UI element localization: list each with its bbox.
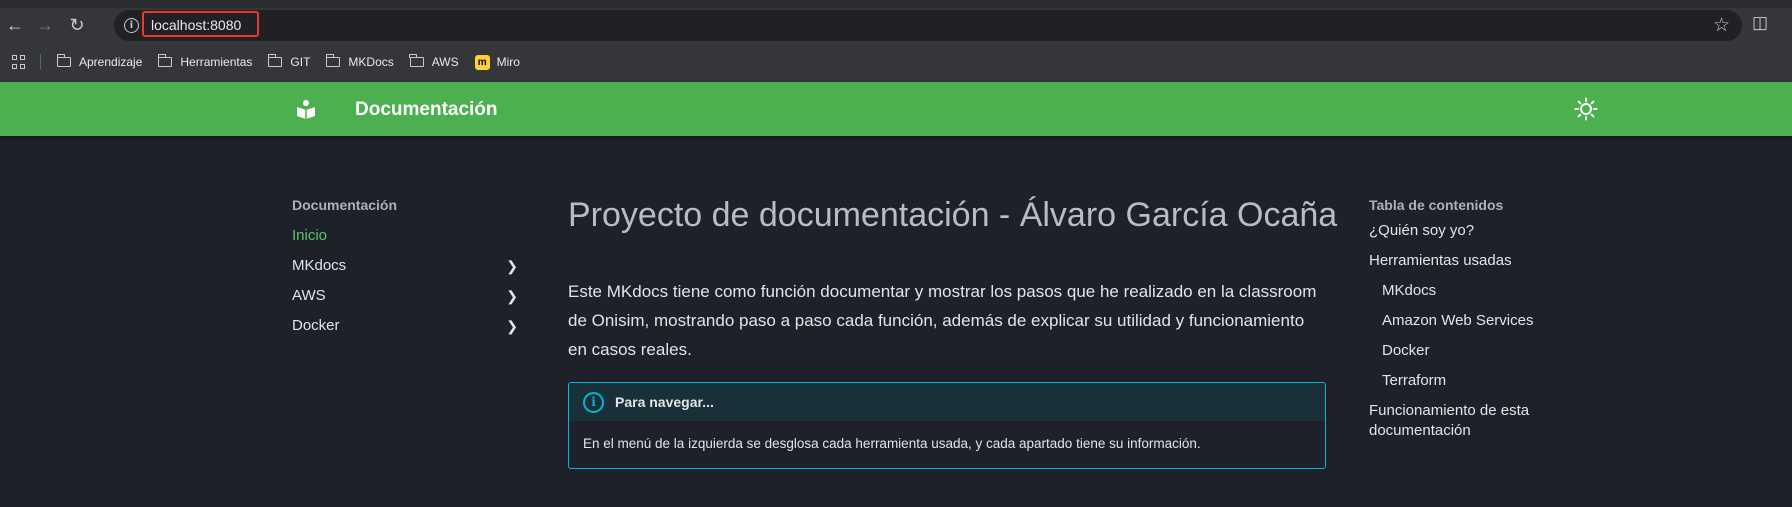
toc-item-funcionamiento[interactable]: Funcionamiento de esta documentación xyxy=(1369,401,1569,441)
nav-item-label: Inicio xyxy=(292,227,328,244)
miro-icon: m xyxy=(474,54,490,70)
apps-grid-icon[interactable] xyxy=(12,55,26,69)
bookmark-label: Herramientas xyxy=(180,55,253,69)
bookmark-label: AWS xyxy=(431,55,459,69)
bookmark-star-icon[interactable]: ☆ xyxy=(1713,14,1730,37)
theme-toggle-icon[interactable] xyxy=(1574,97,1598,121)
bookmark-miro[interactable]: m Miro xyxy=(467,50,528,74)
info-icon: i xyxy=(583,391,604,413)
primary-nav: Documentación Inicio MKdocs ❯ AWS ❯ Dock… xyxy=(292,195,522,341)
extensions-icon[interactable]: ◫ xyxy=(1752,13,1768,33)
address-bar[interactable]: i localhost:8080 ☆ xyxy=(114,10,1742,41)
nav-item-docker[interactable]: Docker ❯ xyxy=(292,311,522,341)
reload-button[interactable]: ↻ xyxy=(62,10,92,40)
info-admonition: i Para navegar... En el menú de la izqui… xyxy=(568,382,1326,469)
browser-chrome: ← → ↻ i localhost:8080 ☆ ◫ Aprendizaje H… xyxy=(0,0,1792,82)
nav-item-mkdocs[interactable]: MKdocs ❯ xyxy=(292,251,522,281)
toc-item-amazon-web-services[interactable]: Amazon Web Services xyxy=(1369,311,1569,331)
chevron-right-icon: ❯ xyxy=(506,288,518,304)
toc-item-quien-soy-yo[interactable]: ¿Quién soy yo? xyxy=(1369,221,1569,241)
bookmark-label: Miro xyxy=(496,55,520,69)
forward-button[interactable]: → xyxy=(30,10,60,40)
bookmark-label: MKDocs xyxy=(348,55,394,69)
toc-item-terraform[interactable]: Terraform xyxy=(1369,371,1569,391)
folder-icon xyxy=(325,54,341,67)
admonition-title-text: Para navegar... xyxy=(615,394,714,410)
book-reader-logo-icon[interactable] xyxy=(294,97,318,121)
bookmark-aprendizaje[interactable]: Aprendizaje xyxy=(49,50,150,74)
nav-item-label: Docker xyxy=(292,317,340,334)
toc-heading: Tabla de contenidos xyxy=(1369,197,1504,213)
main-content: Proyecto de documentación - Álvaro Garcí… xyxy=(568,195,1338,469)
site-title[interactable]: Documentación xyxy=(355,99,498,121)
bookmark-label: Aprendizaje xyxy=(79,55,143,69)
nav-item-label: AWS xyxy=(292,287,326,304)
intro-paragraph: Este MKdocs tiene como función documenta… xyxy=(568,282,1317,359)
folder-icon xyxy=(56,54,71,67)
toc-item-mkdocs[interactable]: MKdocs xyxy=(1369,281,1569,301)
nav-item-inicio[interactable]: Inicio xyxy=(292,221,522,251)
url-text[interactable]: localhost:8080 xyxy=(151,17,241,33)
bookmark-aws[interactable]: AWS xyxy=(402,50,467,74)
folder-icon xyxy=(267,54,283,67)
folder-icon xyxy=(157,54,173,67)
bookmark-git[interactable]: GIT xyxy=(260,50,318,74)
admonition-body: En el menú de la izquierda se desglosa c… xyxy=(583,436,1201,451)
bookmarks-bar: Aprendizaje Herramientas GIT MKDocs AWS … xyxy=(0,48,1792,76)
chevron-right-icon: ❯ xyxy=(506,258,518,274)
nav-item-aws[interactable]: AWS ❯ xyxy=(292,281,522,311)
nav-item-label: MKdocs xyxy=(292,257,347,274)
folder-icon xyxy=(409,54,424,67)
site-info-icon[interactable]: i xyxy=(124,18,139,33)
toc-item-herramientas-usadas[interactable]: Herramientas usadas xyxy=(1369,251,1569,271)
back-button[interactable]: ← xyxy=(0,10,30,40)
admonition-title: i Para navegar... xyxy=(569,383,1325,421)
bookmark-mkdocs[interactable]: MKDocs xyxy=(318,50,401,74)
nav-heading: Documentación xyxy=(292,197,398,213)
toc-item-docker[interactable]: Docker xyxy=(1369,341,1569,361)
page-title: Proyecto de documentación - Álvaro Garcí… xyxy=(568,196,1338,234)
bookmarks-separator xyxy=(40,54,41,70)
chevron-right-icon: ❯ xyxy=(506,318,518,334)
bookmark-label: GIT xyxy=(290,55,311,69)
site-header: Documentación xyxy=(0,82,1792,136)
table-of-contents: Tabla de contenidos ¿Quién soy yo? Herra… xyxy=(1369,195,1569,451)
tab-strip xyxy=(0,0,1792,8)
bookmark-herramientas[interactable]: Herramientas xyxy=(150,50,260,74)
